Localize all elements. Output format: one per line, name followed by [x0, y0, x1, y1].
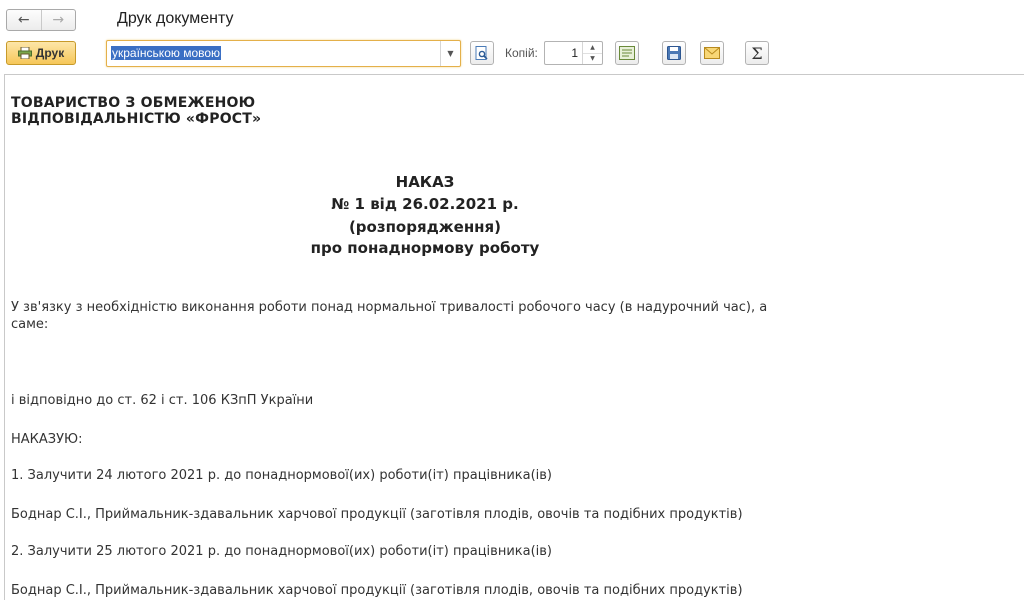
- legal-basis: і відповідно до ст. 62 і ст. 106 КЗпП Ук…: [11, 393, 314, 408]
- order-item-1: 1. Залучити 24 лютого 2021 р. до понадно…: [11, 468, 552, 483]
- sum-button[interactable]: Σ: [745, 41, 769, 65]
- page-setup-button[interactable]: [615, 41, 639, 65]
- page-setup-icon: [619, 46, 635, 60]
- spin-down-icon[interactable]: ▼: [583, 52, 602, 65]
- organization-name: ТОВАРИСТВО З ОБМЕЖЕНОЮ ВІДПОВІДАЛЬНІСТЮ …: [11, 95, 261, 127]
- title-bar: ← → Друк документу: [0, 0, 1024, 36]
- navigation-group: ← →: [6, 9, 76, 31]
- order-subject: про понаднормову роботу: [310, 239, 540, 257]
- intro-paragraph: У зв'язку з необхідністю виконання робот…: [11, 299, 767, 333]
- document-preview[interactable]: ТОВАРИСТВО З ОБМЕЖЕНОЮ ВІДПОВІДАЛЬНІСТЮ …: [4, 74, 1024, 600]
- printer-icon: [17, 47, 32, 59]
- order-number: № 1 від 26.02.2021 р.: [331, 195, 519, 213]
- copies-value: 1: [571, 46, 578, 60]
- arrow-right-icon: →: [52, 12, 65, 28]
- order-item-2: 2. Залучити 25 лютого 2021 р. до понадно…: [11, 544, 552, 559]
- print-button[interactable]: Друк: [6, 41, 76, 65]
- email-button[interactable]: [700, 41, 724, 65]
- back-button[interactable]: ←: [7, 10, 41, 30]
- print-button-label: Друк: [35, 46, 65, 60]
- sum-icon: Σ: [751, 43, 763, 63]
- window-title: Друк документу: [117, 10, 234, 27]
- order-heading: НАКАЗ: [395, 173, 455, 191]
- order-type: (розпорядження): [348, 218, 502, 236]
- order-item-2-employee: Боднар С.І., Приймальник-здавальник харч…: [11, 583, 743, 598]
- copies-stepper[interactable]: 1 ▲ ▼: [544, 41, 603, 65]
- language-select[interactable]: українською мовою ▼: [106, 40, 461, 67]
- chevron-down-icon: ▼: [447, 49, 454, 58]
- preview-icon: [475, 46, 488, 60]
- organization-name-line1: ТОВАРИСТВО З ОБМЕЖЕНОЮ: [11, 95, 256, 111]
- intro-line-1: У зв'язку з необхідністю виконання робот…: [11, 300, 768, 315]
- email-icon: [704, 47, 720, 59]
- preview-button[interactable]: [470, 41, 494, 65]
- save-icon: [667, 46, 681, 60]
- organization-name-line2: ВІДПОВІДАЛЬНІСТЮ «ФРОСТ»: [11, 111, 262, 127]
- save-button[interactable]: [662, 41, 686, 65]
- print-toolbar: Друк українською мовою ▼ Копій: 1 ▲ ▼ Σ: [0, 38, 1024, 70]
- forward-button[interactable]: →: [40, 10, 76, 30]
- language-select-value: українською мовою: [111, 46, 222, 60]
- copies-spinner[interactable]: ▲ ▼: [582, 42, 602, 64]
- order-word: НАКАЗУЮ:: [11, 432, 83, 447]
- order-item-1-employee: Боднар С.І., Приймальник-здавальник харч…: [11, 507, 743, 522]
- spin-up-icon[interactable]: ▲: [583, 42, 602, 53]
- arrow-left-icon: ←: [17, 12, 30, 28]
- intro-line-2: саме:: [11, 317, 49, 332]
- dropdown-button[interactable]: ▼: [440, 41, 460, 66]
- copies-label: Копій:: [505, 46, 538, 60]
